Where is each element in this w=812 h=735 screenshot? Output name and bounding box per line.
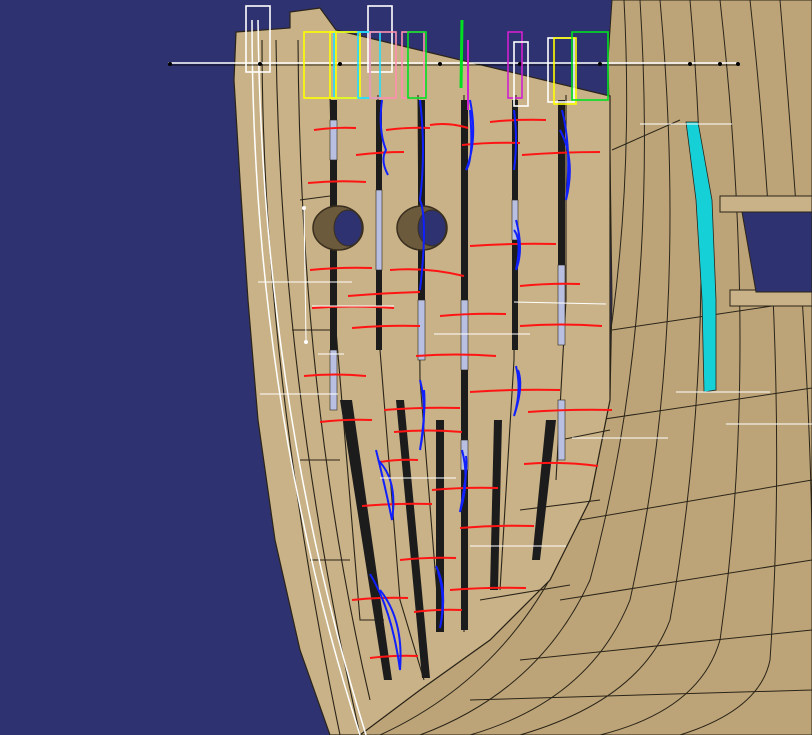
axis-tick: [718, 62, 722, 66]
axis-tick: [438, 62, 442, 66]
port-hole-inner: [417, 209, 447, 247]
slot-filler: [329, 349, 338, 411]
axis-tick: [688, 62, 692, 66]
slot-filler: [329, 119, 338, 161]
slot-filler: [375, 189, 383, 271]
axis-tick: [338, 62, 342, 66]
axis-tick: [168, 62, 172, 66]
slot-filler: [557, 399, 566, 461]
cad-viewport[interactable]: [0, 0, 812, 735]
slot-filler: [557, 264, 566, 346]
marker-line: [459, 19, 464, 89]
guide-point: [304, 340, 308, 344]
axis-tick: [736, 62, 740, 66]
axis-tick: [258, 62, 262, 66]
axis-tick: [598, 62, 602, 66]
port-hole-left[interactable]: [312, 205, 364, 251]
port-hole-inner: [333, 209, 363, 247]
ship-hull-model[interactable]: [0, 0, 812, 735]
slot-filler: [460, 299, 469, 371]
deck-beam[interactable]: [719, 195, 812, 213]
slot-filler: [417, 299, 426, 361]
guide-point: [302, 206, 306, 210]
